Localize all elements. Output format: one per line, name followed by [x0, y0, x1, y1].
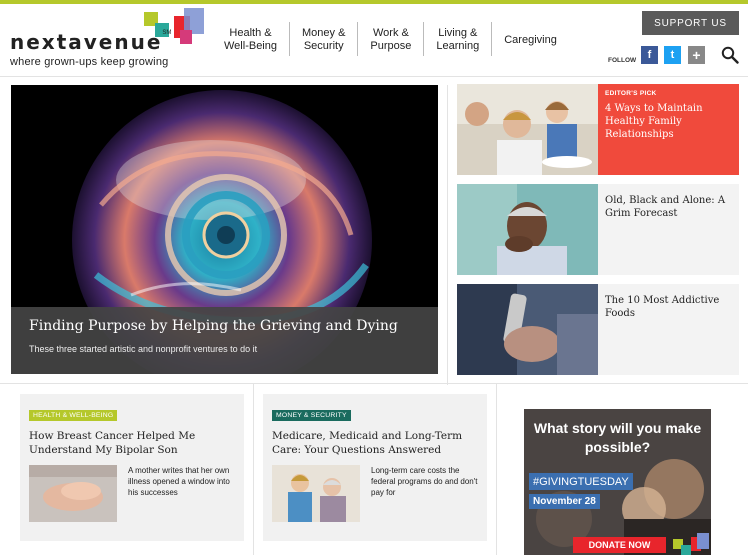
side-story[interactable]: The 10 Most Addictive Foods [457, 284, 739, 375]
facebook-icon[interactable]: f [641, 46, 658, 64]
nav-item-living[interactable]: Living & Learning [424, 22, 493, 56]
logo-text: nextavenue [10, 30, 163, 54]
story-card[interactable]: HEALTH & WELL-BEING How Breast Cancer He… [20, 394, 244, 541]
top-accent-bar [0, 0, 748, 4]
nav-label-line1: Work & [372, 27, 409, 39]
plus-icon[interactable]: + [688, 46, 705, 64]
column-divider [447, 85, 448, 385]
story-card[interactable]: MONEY & SECURITY Medicare, Medicaid and … [263, 394, 487, 541]
food-photo [457, 284, 598, 375]
hero-subtitle: These three started artistic and nonprof… [29, 344, 258, 354]
nav-item-caregiving[interactable]: Caregiving [492, 22, 569, 56]
hero-story[interactable]: Finding Purpose by Helping the Grieving … [11, 85, 438, 374]
hero-caption: Finding Purpose by Helping the Grieving … [11, 307, 438, 374]
twitter-icon[interactable]: t [664, 46, 681, 64]
support-us-button[interactable]: SUPPORT US [642, 11, 739, 35]
card-divider [253, 384, 254, 555]
nav-label-line2: Security [303, 40, 344, 52]
nav-label-line1: Living & [438, 27, 478, 39]
ad-hashtag: #GIVINGTUESDAY [529, 473, 633, 490]
nav-item-health[interactable]: Health & Well-Being [212, 22, 290, 56]
search-icon[interactable] [721, 46, 739, 64]
family-photo [457, 84, 598, 175]
follow-label: FOLLOW [608, 57, 637, 64]
nav-label-line1: Caregiving [504, 33, 557, 46]
editors-pick-label: EDITOR'S PICK [605, 90, 657, 97]
site-logo[interactable]: nextavenueSM [10, 30, 171, 54]
card-divider [496, 384, 497, 555]
header-divider [0, 76, 748, 77]
nav-label-line2: Well-Being [224, 40, 277, 52]
logo-trademark: SM [162, 30, 172, 36]
older-man-photo [457, 184, 598, 275]
givingtuesday-ad[interactable]: What story will you make possible? #GIVI… [524, 409, 711, 555]
side-story[interactable]: Old, Black and Alone: A Grim Forecast [457, 184, 739, 275]
ad-date: November 28 [529, 494, 600, 509]
category-badge[interactable]: MONEY & SECURITY [272, 410, 351, 421]
side-story-editors-pick[interactable]: EDITOR'S PICK 4 Ways to Maintain Healthy… [457, 84, 739, 175]
nav-label-line1: Money & [302, 27, 346, 39]
section-divider [0, 383, 748, 384]
ad-headline: What story will you make possible? [533, 420, 702, 455]
side-story-title[interactable]: The 10 Most Addictive Foods [605, 294, 733, 320]
nav-item-work[interactable]: Work & Purpose [358, 22, 425, 56]
nav-item-money[interactable]: Money & Security [290, 22, 359, 56]
nav-label-line2: Purpose [370, 40, 412, 52]
side-story-title[interactable]: Old, Black and Alone: A Grim Forecast [605, 194, 733, 220]
site-tagline: where grown-ups keep growing [10, 56, 169, 68]
card-summary: Long-term care costs the federal program… [371, 466, 478, 497]
card-summary: A mother writes that her own illness ope… [128, 466, 230, 497]
donate-now-button[interactable]: DONATE NOW [573, 537, 666, 553]
hands-photo [29, 465, 117, 522]
card-title[interactable]: How Breast Cancer Helped Me Understand M… [29, 429, 239, 457]
nav-label-line2: Learning [436, 40, 480, 52]
card-title[interactable]: Medicare, Medicaid and Long-Term Care: Y… [272, 429, 482, 457]
hero-title[interactable]: Finding Purpose by Helping the Grieving … [29, 317, 420, 335]
side-story-title[interactable]: 4 Ways to Maintain Healthy Family Relati… [605, 102, 733, 141]
main-nav: Health & Well-Being Money & Security Wor… [212, 22, 569, 56]
nav-label-line1: Health & [229, 27, 272, 39]
caregiver-photo [272, 465, 360, 522]
category-badge[interactable]: HEALTH & WELL-BEING [29, 410, 118, 421]
ad-logo-squares-icon [673, 533, 709, 555]
